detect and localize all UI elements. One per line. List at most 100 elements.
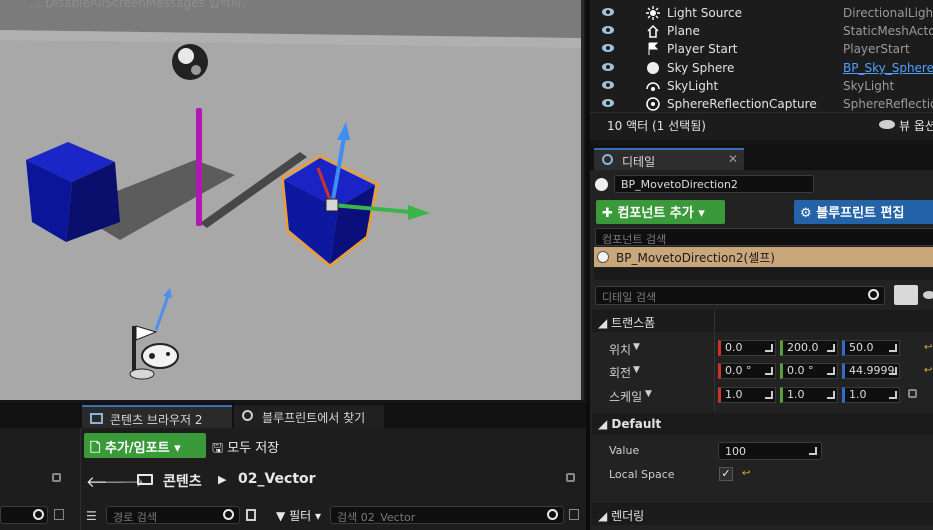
outliner-row[interactable]: SphereReflectionCapture SphereReflection xyxy=(590,95,933,111)
category-rendering[interactable]: ◢ 렌더링 xyxy=(592,503,933,525)
outliner-row[interactable]: Player Start PlayerStart xyxy=(590,40,933,58)
visibility-eye-icon[interactable] xyxy=(602,44,614,52)
visibility-eye-icon[interactable] xyxy=(602,99,614,107)
tab-details-label: 디테일 xyxy=(622,155,656,169)
component-sphere-icon xyxy=(597,251,609,263)
view-options-button[interactable]: 뷰 옵션 xyxy=(899,117,933,134)
outliner-row[interactable]: Light Source DirectionalLight xyxy=(590,4,933,22)
sources-splitter[interactable] xyxy=(80,428,81,530)
rotation-x-field[interactable]: 0.0 ° xyxy=(718,363,776,379)
rotation-z-value: 44.9999 xyxy=(849,364,895,377)
level-viewport[interactable]: ... DisableAllScreenMessages 입력하. xyxy=(0,0,584,400)
edit-blueprint-button[interactable]: ⚙ 블루프린트 편집 xyxy=(794,200,933,224)
breadcrumb-chevron-icon[interactable]: ▶ xyxy=(218,473,226,486)
location-z-value: 50.0 xyxy=(849,341,874,354)
edit-blueprint-label: 블루프린트 편집 xyxy=(816,206,905,221)
component-search-input[interactable]: 컴포넌트 검색 xyxy=(595,228,933,246)
lock-icon[interactable] xyxy=(908,389,917,398)
reset-arrow-icon[interactable]: ↩ xyxy=(742,468,750,479)
location-label[interactable]: 위치 xyxy=(609,341,631,358)
outliner-name: Sky Sphere xyxy=(667,61,735,75)
value-label: Value xyxy=(609,444,640,457)
chevron-down-icon[interactable]: ▼ xyxy=(633,342,640,352)
close-icon[interactable]: ✕ xyxy=(728,152,738,166)
asset-search-input[interactable]: 검색 02_Vector xyxy=(330,506,564,524)
search-icon[interactable] xyxy=(868,289,879,300)
filter-button[interactable]: ▼ 필터 ▾ xyxy=(276,507,321,524)
sources-toggle-icon[interactable]: ☰ xyxy=(86,509,97,523)
gear-icon: ⚙ xyxy=(800,206,812,221)
lock-icon[interactable] xyxy=(52,473,61,482)
collapse-arrow-icon: ◢ xyxy=(598,417,608,431)
add-component-label: 컴포넌트 추가 xyxy=(617,206,694,221)
lock-icon[interactable] xyxy=(566,473,575,482)
path-search-input[interactable]: 경로 검색 xyxy=(106,506,240,524)
visibility-eye-icon[interactable] xyxy=(602,8,614,16)
save-search-icon[interactable] xyxy=(54,509,64,520)
filter-icon: ▼ xyxy=(276,509,286,523)
light-source-icon xyxy=(646,6,660,20)
search-icon[interactable] xyxy=(223,509,234,520)
location-z-field[interactable]: 50.0 xyxy=(842,340,900,356)
outliner-row[interactable]: SkyLight SkyLight xyxy=(590,77,933,95)
view-options-icon[interactable] xyxy=(246,509,256,521)
visibility-filter-icon[interactable] xyxy=(923,291,933,299)
view-options-eye-icon[interactable] xyxy=(879,120,895,129)
visibility-eye-icon[interactable] xyxy=(602,81,614,89)
outliner-name: SkyLight xyxy=(667,79,719,93)
outliner-type-link[interactable]: BP_Sky_Sphere xyxy=(843,61,933,75)
outliner-type: SphereReflection xyxy=(843,97,933,111)
tab-details[interactable]: 디테일 ✕ xyxy=(594,148,744,170)
reset-arrow-icon[interactable]: ↩ xyxy=(924,342,932,353)
location-y-value: 200.0 xyxy=(787,341,819,354)
property-matrix-icon[interactable] xyxy=(894,285,918,305)
chevron-down-icon[interactable]: ▼ xyxy=(633,365,640,375)
scale-x-value: 1.0 xyxy=(725,388,743,401)
local-space-checkbox[interactable]: ✓ xyxy=(719,467,733,481)
filter-label: 필터 xyxy=(289,509,312,523)
actor-count: 10 액터 (1 선택됨) xyxy=(607,119,706,133)
search-icon xyxy=(242,410,253,421)
chevron-down-icon[interactable]: ▼ xyxy=(645,389,652,399)
add-import-button[interactable]: 🗋 추가/임포트 ▾ xyxy=(84,433,206,458)
scale-z-field[interactable]: 1.0 xyxy=(842,387,900,403)
reset-arrow-icon[interactable]: ↩ xyxy=(924,365,932,376)
scale-y-field[interactable]: 1.0 xyxy=(780,387,838,403)
breadcrumb-folder[interactable]: 02_Vector xyxy=(238,471,316,487)
actor-sphere-icon xyxy=(595,178,608,191)
outliner-type: PlayerStart xyxy=(843,42,910,56)
actor-name-field[interactable]: BP_MovetoDirection2 xyxy=(614,175,814,193)
tab-label: 블루프린트에서 찾기 xyxy=(262,411,366,425)
outliner-name: Light Source xyxy=(667,6,742,20)
content-tabbar: 콘텐츠 브라우저 2 블루프린트에서 찾기 xyxy=(0,403,586,428)
tab-find-in-blueprint[interactable]: 블루프린트에서 찾기 xyxy=(234,405,384,428)
visibility-eye-icon[interactable] xyxy=(602,63,614,71)
outliner-footer: 10 액터 (1 선택됨) 뷰 옵션 xyxy=(590,112,933,138)
scale-x-field[interactable]: 1.0 xyxy=(718,387,776,403)
tab-label: 콘텐츠 브라우저 2 xyxy=(110,413,203,427)
rotation-label[interactable]: 회전 xyxy=(609,364,631,381)
tab-content-browser[interactable]: 콘텐츠 브라우저 2 xyxy=(82,405,232,428)
category-transform[interactable]: ◢ 트랜스폼 xyxy=(592,310,933,332)
location-y-field[interactable]: 200.0 xyxy=(780,340,838,356)
search-icon[interactable] xyxy=(33,509,44,520)
outliner-row[interactable]: Plane StaticMeshActor xyxy=(590,22,933,40)
location-x-field[interactable]: 0.0 xyxy=(718,340,776,356)
rotation-y-field[interactable]: 0.0 ° xyxy=(780,363,838,379)
breadcrumb-root[interactable]: 콘텐츠 xyxy=(163,471,202,491)
column-splitter[interactable] xyxy=(714,310,715,410)
rotation-z-field[interactable]: 44.9999 xyxy=(842,363,900,379)
category-default[interactable]: ◢ Default xyxy=(592,413,933,435)
component-row-self[interactable]: BP_MovetoDirection2(셀프) xyxy=(594,247,933,267)
skylight-icon xyxy=(646,82,660,91)
scale-label[interactable]: 스케일 xyxy=(609,388,642,405)
save-search-icon[interactable] xyxy=(569,509,579,520)
new-file-icon: 🗋 xyxy=(90,441,101,456)
save-all-button[interactable]: 🖫 모두 저장 xyxy=(212,437,279,461)
outliner-row[interactable]: Sky Sphere BP_Sky_Sphere xyxy=(590,59,933,77)
search-icon[interactable] xyxy=(547,509,558,520)
add-component-button[interactable]: ✚ 컴포넌트 추가 ▾ xyxy=(596,200,725,224)
value-field[interactable]: 100 xyxy=(718,442,822,460)
details-search-input[interactable]: 디테일 검색 xyxy=(595,286,885,305)
visibility-eye-icon[interactable] xyxy=(602,26,614,34)
